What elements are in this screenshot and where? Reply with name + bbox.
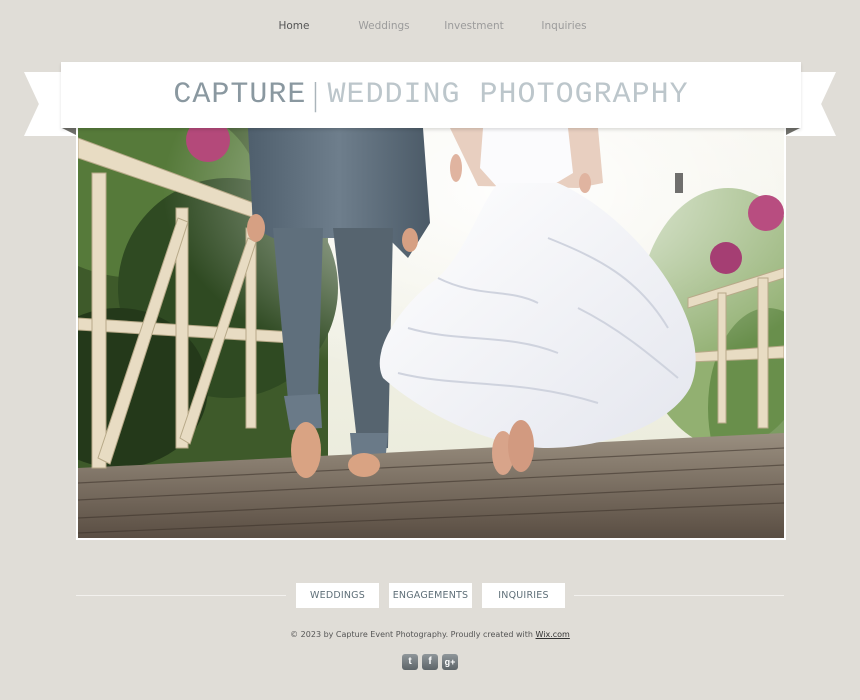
site-title-primary: CAPTURE xyxy=(173,78,307,112)
hero-photo xyxy=(76,128,786,540)
nav-item-investment[interactable]: Investment xyxy=(429,20,519,32)
site-title-banner: CAPTURE | WEDDING PHOTOGRAPHY xyxy=(61,62,801,128)
nav-item-home[interactable]: Home xyxy=(249,20,339,32)
site-title-separator: | xyxy=(310,77,322,113)
nav-item-inquiries[interactable]: Inquiries xyxy=(519,20,609,32)
nav-item-weddings[interactable]: Weddings xyxy=(339,20,429,32)
twitter-icon[interactable]: t xyxy=(402,654,418,670)
copyright-text: © 2023 by Capture Event Photography. Pro… xyxy=(0,630,860,639)
wix-link[interactable]: Wix.com xyxy=(536,630,570,639)
site-title-secondary: WEDDING PHOTOGRAPHY xyxy=(327,78,689,112)
facebook-icon[interactable]: f xyxy=(422,654,438,670)
weddings-button[interactable]: WEDDINGS xyxy=(296,583,379,608)
google-plus-icon[interactable]: g+ xyxy=(442,654,458,670)
divider-right xyxy=(574,595,784,596)
divider-left xyxy=(76,595,286,596)
hero-photo-illustration xyxy=(78,128,784,538)
inquiries-button[interactable]: INQUIRIES xyxy=(482,583,565,608)
social-icons: t f g+ xyxy=(402,654,460,670)
copyright-label: © 2023 by Capture Event Photography. Pro… xyxy=(290,630,533,639)
top-nav: Home Weddings Investment Inquiries xyxy=(0,20,860,36)
engagements-button[interactable]: ENGAGEMENTS xyxy=(389,583,472,608)
